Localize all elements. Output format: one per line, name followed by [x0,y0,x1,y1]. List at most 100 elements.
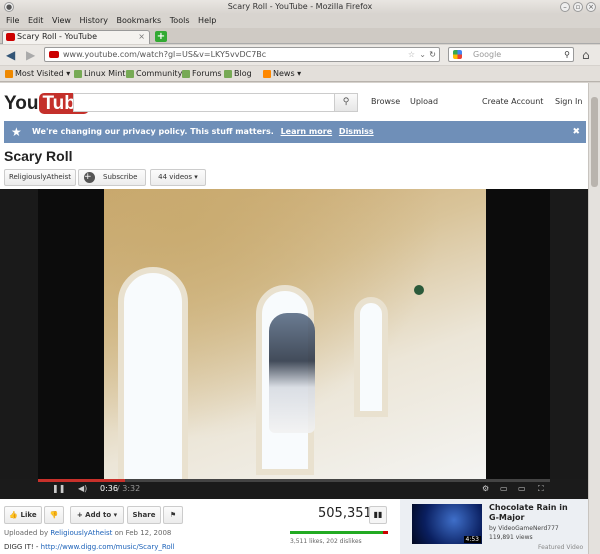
view-count: 505,351 [318,506,372,521]
search-placeholder: Google [473,50,502,59]
bookmark-news[interactable]: News ▾ [263,66,301,82]
star-icon: ★ [11,125,22,139]
add-to-button[interactable]: + Add to ▾ [70,506,124,524]
menu-help[interactable]: Help [198,14,216,28]
archway [118,267,188,479]
upload-info: Uploaded by ReligiouslyAtheist on Feb 12… [4,529,171,537]
firefox-icon[interactable]: ● [4,2,14,12]
menu-bookmarks[interactable]: Bookmarks [117,14,162,28]
privacy-notice-banner: ★ We're changing our privacy policy. Thi… [4,121,586,143]
bookmark-forums[interactable]: Forums [182,66,222,82]
notice-text: We're changing our privacy policy. This … [32,127,274,136]
back-arrow-icon[interactable]: ◀ [6,48,15,62]
featured-title[interactable]: Chocolate Rain in G-Major [489,503,579,523]
menu-history[interactable]: History [80,14,108,28]
thumbs-up-icon: 👍 [9,511,19,519]
uploader-link[interactable]: ReligiouslyAtheist [50,529,112,537]
minimize-button[interactable]: – [560,2,570,12]
figure-silhouette [269,313,315,433]
subscribe-button[interactable]: + Subscribe [78,169,146,186]
plus-icon: + [84,172,95,183]
page-scrollbar[interactable] [588,83,600,554]
bookmark-most-visited[interactable]: Most Visited ▾ [5,66,70,82]
close-tab-icon[interactable]: × [138,31,145,43]
featured-video[interactable]: 4:53 Chocolate Rain in G-Major by VideoG… [400,499,588,554]
share-button[interactable]: Share [127,506,161,524]
bookmark-label: Forums [192,69,222,78]
bookmarks-toolbar: Most Visited ▾ Linux Mint Community Foru… [0,66,600,82]
fullscreen-icon[interactable]: ⛶ [538,479,544,499]
home-icon[interactable]: ⌂ [582,48,590,62]
likes-text: 3,511 likes, 202 dislikes [290,538,362,545]
close-window-button[interactable]: × [586,2,596,12]
settings-gear-icon[interactable]: ⚙ [482,479,489,499]
search-bar[interactable]: Google ⚲ [448,47,574,62]
url-dropdown-icon[interactable]: ⌄ [419,48,426,61]
featured-views: 119,891 views [489,534,533,541]
video-image[interactable] [104,189,486,479]
bookmark-label: News ▾ [273,69,302,78]
bookmark-star-icon[interactable]: ☆ [408,48,415,61]
bookmark-icon [74,70,82,78]
navigation-bar: ◀ ▶ www.youtube.com/watch?gl=US&v=LKY5vv… [0,45,600,65]
youtube-search-input[interactable] [73,93,335,112]
menu-tools[interactable]: Tools [170,14,190,28]
volume-icon[interactable]: ◀) [78,479,87,499]
new-tab-button[interactable]: + [155,31,167,42]
stats-button[interactable]: ▮▮ [369,506,387,524]
tab-bar: Scary Roll - YouTube × + [0,28,600,44]
bookmark-label: Blog [234,69,252,78]
large-player-icon[interactable]: ▭ [518,479,526,499]
google-engine-icon[interactable] [453,50,462,59]
video-player[interactable]: ❚❚ ◀) 0:36 / 3:32 ⚙ ▭ ▭ ⛶ [0,189,588,499]
bookmark-blog[interactable]: Blog [224,66,252,82]
bookmark-label: Most Visited ▾ [15,69,71,78]
pause-icon[interactable]: ❚❚ [52,479,65,499]
close-icon[interactable]: ✖ [572,121,580,143]
plus-icon: + [76,511,83,519]
upload-link[interactable]: Upload [410,97,438,106]
like-label: Like [20,511,37,519]
featured-author: by VideoGameNerd777 [489,525,559,532]
dismiss-link[interactable]: Dismiss [339,127,374,136]
like-button[interactable]: 👍 Like [4,506,42,524]
youtube-search-button[interactable]: ⚲ [334,93,358,112]
tab-label: Scary Roll - YouTube [17,32,97,41]
site-favicon-icon [49,51,59,58]
bookmark-community[interactable]: Community [126,66,182,82]
flag-button[interactable]: ⚑ [163,506,183,524]
like-dislike-bar [290,531,388,534]
bar-chart-icon: ▮▮ [373,510,383,519]
url-text: www.youtube.com/watch?gl=US&v=LKY5vvDC7B… [63,50,267,59]
popout-icon[interactable]: ▭ [500,479,508,499]
reload-icon[interactable]: ↻ [429,48,436,61]
menu-view[interactable]: View [52,14,71,28]
description-link[interactable]: http://www.digg.com/music/Scary_Roll [41,543,175,551]
search-binoculars-icon[interactable]: ⚲ [564,48,570,61]
featured-thumbnail[interactable]: 4:53 [412,504,482,544]
url-bar[interactable]: www.youtube.com/watch?gl=US&v=LKY5vvDC7B… [44,47,440,62]
bookmark-label: Linux Mint [84,69,126,78]
window-title: Scary Roll - YouTube - Mozilla Firefox [227,2,373,11]
bookmark-icon [182,70,190,78]
sign-in-link[interactable]: Sign In [555,97,582,106]
video-count-dropdown[interactable]: 44 videos ▾ [150,169,206,186]
video-title: Scary Roll [4,148,73,164]
browse-link[interactable]: Browse [371,97,400,106]
menu-edit[interactable]: Edit [28,14,44,28]
youtube-favicon-icon [6,33,15,41]
forward-arrow-icon[interactable]: ▶ [26,48,35,62]
learn-more-link[interactable]: Learn more [281,127,333,136]
scrollbar-thumb[interactable] [591,97,598,187]
channel-button[interactable]: ReligiouslyAtheist [4,169,76,186]
flag-icon: ⚑ [169,511,177,519]
dislike-button[interactable]: 👎 [44,506,64,524]
bookmark-linux-mint[interactable]: Linux Mint [74,66,125,82]
folder-icon [5,70,13,78]
tab-scary-roll[interactable]: Scary Roll - YouTube × [2,30,150,44]
upload-date: on Feb 12, 2008 [114,529,172,537]
menu-file[interactable]: File [6,14,19,28]
create-account-link[interactable]: Create Account [482,97,543,106]
maximize-button[interactable]: ▫ [573,2,583,12]
subscribe-label: Subscribe [103,173,138,181]
